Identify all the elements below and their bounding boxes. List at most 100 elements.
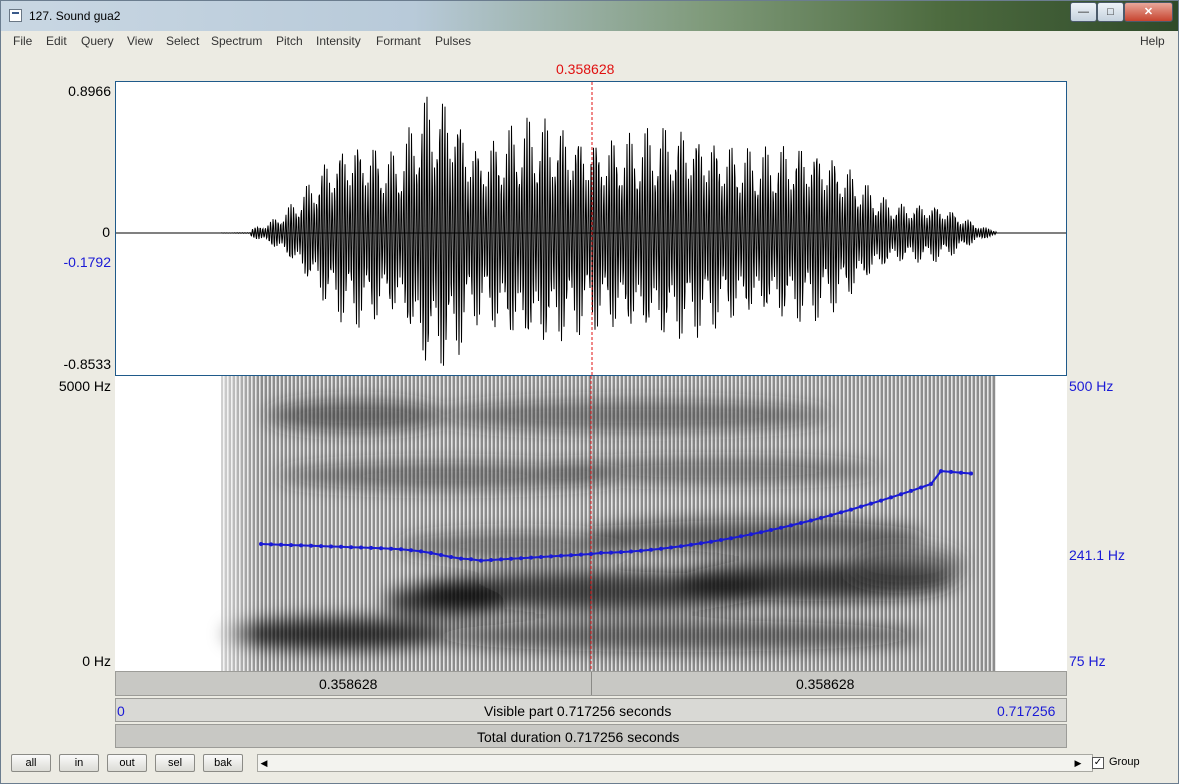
- time-bar-right-value: 0.358628: [796, 676, 855, 692]
- pitch-point: [589, 552, 593, 556]
- menu-file[interactable]: File: [13, 34, 32, 48]
- menu-view[interactable]: View: [127, 34, 153, 48]
- praat-sound-window: 127. Sound gua2 — □ ✕ File Edit Query Vi…: [0, 0, 1179, 784]
- pitch-point: [949, 469, 953, 474]
- selection-time-bar[interactable]: 0.358628 0.358628: [115, 671, 1067, 696]
- all-button[interactable]: all: [11, 754, 51, 772]
- pitch-point: [959, 470, 963, 475]
- pitch-point: [499, 557, 503, 562]
- pitch-point: [829, 513, 833, 518]
- title-bar[interactable]: 127. Sound gua2 — □ ✕: [1, 1, 1178, 31]
- pitch-point: [889, 495, 893, 500]
- pitch-point: [579, 552, 583, 557]
- total-duration-text: Total duration 0.717256 seconds: [477, 729, 680, 745]
- pitch-point: [439, 553, 443, 557]
- pitch-point: [519, 556, 523, 561]
- pitch-point: [659, 546, 663, 551]
- menu-bar: File Edit Query View Select Spectrum Pit…: [9, 31, 1172, 52]
- pitch-point: [449, 555, 453, 559]
- menu-query[interactable]: Query: [81, 34, 114, 48]
- close-button[interactable]: ✕: [1124, 2, 1173, 22]
- pitch-point: [279, 542, 283, 547]
- pitch-point: [339, 544, 343, 549]
- menu-intensity[interactable]: Intensity: [316, 34, 361, 48]
- spectrogram-plot: [221, 376, 996, 671]
- window-icon: [9, 9, 22, 22]
- zoom-in-button[interactable]: in: [59, 754, 99, 772]
- pitch-point: [799, 521, 803, 525]
- pitch-point: [879, 498, 883, 503]
- pitch-point: [299, 543, 303, 548]
- pitch-point: [719, 538, 723, 542]
- waveform-plot: [116, 82, 1066, 375]
- pitch-point: [689, 542, 693, 547]
- pitch-point: [329, 544, 333, 549]
- pitch-min-label: 75 Hz: [1069, 653, 1106, 669]
- zoom-out-button[interactable]: out: [107, 754, 147, 772]
- pitch-point: [599, 550, 603, 555]
- pitch-point: [389, 546, 393, 551]
- pitch-point: [269, 542, 273, 547]
- pitch-cursor-value-label: 241.1 Hz: [1069, 547, 1126, 563]
- pitch-point: [939, 469, 943, 474]
- pitch-point: [819, 515, 823, 520]
- pitch-point: [769, 528, 773, 532]
- menu-edit[interactable]: Edit: [46, 34, 67, 48]
- pitch-point: [859, 504, 863, 509]
- menu-help[interactable]: Help: [1140, 34, 1165, 48]
- scroll-right-arrow-icon[interactable]: ▶: [1071, 754, 1085, 772]
- group-checkbox[interactable]: ✓: [1092, 757, 1104, 769]
- pitch-point: [539, 555, 543, 559]
- pitch-point: [289, 543, 293, 548]
- visible-start-value: 0: [117, 703, 125, 719]
- pitch-point: [509, 556, 513, 561]
- menu-spectrum[interactable]: Spectrum: [211, 34, 262, 48]
- pitch-point: [729, 536, 733, 541]
- waveform-ymin-label: -0.8533: [63, 356, 111, 372]
- menu-pitch[interactable]: Pitch: [276, 34, 303, 48]
- waveform-cursor-value-label: -0.1792: [63, 254, 111, 270]
- minimize-button[interactable]: —: [1070, 2, 1097, 22]
- cursor-time-label: 0.358628: [556, 61, 615, 77]
- pitch-point: [259, 542, 263, 546]
- pitch-point: [739, 534, 743, 539]
- pitch-point: [489, 558, 493, 562]
- pitch-point: [419, 549, 423, 554]
- menu-select[interactable]: Select: [166, 34, 199, 48]
- zoom-back-button[interactable]: bak: [203, 754, 243, 772]
- maximize-button[interactable]: □: [1097, 2, 1124, 22]
- pitch-point: [899, 492, 903, 497]
- pitch-point: [609, 550, 613, 555]
- pitch-point: [559, 553, 563, 558]
- pitch-point: [469, 557, 473, 562]
- spectrogram-view[interactable]: [115, 376, 1067, 671]
- pitch-point: [369, 545, 373, 550]
- pitch-point: [909, 488, 913, 493]
- pitch-point: [929, 482, 933, 486]
- menu-pulses[interactable]: Pulses: [435, 34, 471, 48]
- pitch-point: [759, 530, 763, 535]
- pitch-point: [839, 510, 843, 515]
- visible-part-bar[interactable]: 0 Visible part 0.717256 seconds 0.717256: [115, 698, 1067, 722]
- pitch-point: [789, 523, 793, 528]
- bottom-toolbar: all in out sel bak ◀ ▶ ✓ Group: [9, 749, 1172, 777]
- pitch-point: [309, 543, 313, 548]
- zoom-selection-button[interactable]: sel: [155, 754, 195, 772]
- menu-formant[interactable]: Formant: [376, 34, 421, 48]
- total-duration-bar[interactable]: Total duration 0.717256 seconds: [115, 724, 1067, 748]
- waveform-view[interactable]: [115, 81, 1067, 376]
- pitch-point: [919, 485, 923, 490]
- pitch-point: [809, 518, 813, 523]
- pitch-point: [749, 532, 753, 537]
- visible-end-value: 0.717256: [997, 703, 1056, 719]
- waveform-ymax-label: 0.8966: [68, 83, 111, 99]
- pitch-point: [679, 544, 683, 549]
- scroll-left-arrow-icon[interactable]: ◀: [257, 754, 271, 772]
- time-bar-left-value: 0.358628: [319, 676, 378, 692]
- pitch-point: [709, 539, 713, 544]
- pitch-point: [459, 556, 463, 561]
- pitch-point: [639, 548, 643, 553]
- horizontal-scrollbar[interactable]: [257, 754, 1093, 772]
- pitch-point: [429, 551, 433, 555]
- spectrogram-fmax-label: 5000 Hz: [58, 378, 111, 394]
